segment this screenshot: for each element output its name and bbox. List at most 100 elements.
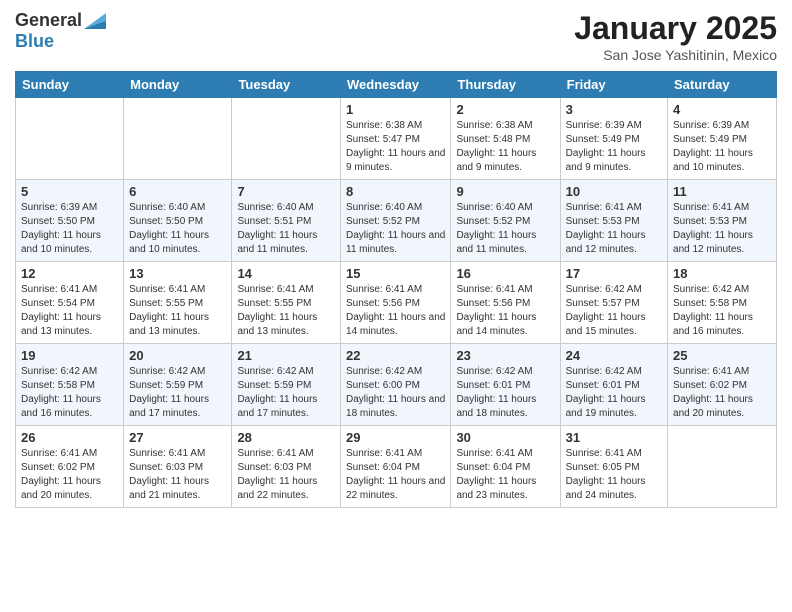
day-number: 30 xyxy=(456,430,554,445)
table-row: 20 Sunrise: 6:42 AMSunset: 5:59 PMDayligh… xyxy=(124,344,232,426)
table-row: 22 Sunrise: 6:42 AMSunset: 6:00 PMDayligh… xyxy=(341,344,451,426)
table-row: 18 Sunrise: 6:42 AMSunset: 5:58 PMDayligh… xyxy=(668,262,777,344)
day-number: 26 xyxy=(21,430,118,445)
header-monday: Monday xyxy=(124,72,232,98)
table-row: 7 Sunrise: 6:40 AMSunset: 5:51 PMDaylight… xyxy=(232,180,341,262)
day-info: Sunrise: 6:41 AMSunset: 5:56 PMDaylight:… xyxy=(346,283,445,339)
table-row: 13Sunrise: 6:41 AMSunset: 5:55 PMDayligh… xyxy=(124,262,232,344)
calendar-week-row: 5 Sunrise: 6:39 AMSunset: 5:50 PMDaylight… xyxy=(16,180,777,262)
day-info: Sunrise: 6:41 AMSunset: 6:03 PMDaylight:… xyxy=(129,447,226,503)
day-number: 5 xyxy=(21,184,118,199)
day-number: 10 xyxy=(566,184,662,199)
logo: General Blue xyxy=(15,10,106,51)
logo-blue: Blue xyxy=(15,31,54,52)
day-number: 20 xyxy=(129,348,226,363)
day-info: Sunrise: 6:42 AMSunset: 5:58 PMDaylight:… xyxy=(673,283,771,339)
day-number: 12 xyxy=(21,266,118,281)
table-row: 14Sunrise: 6:41 AMSunset: 5:55 PMDayligh… xyxy=(232,262,341,344)
table-row xyxy=(232,98,341,180)
weekday-header-row: Sunday Monday Tuesday Wednesday Thursday… xyxy=(16,72,777,98)
table-row: 4 Sunrise: 6:39 AMSunset: 5:49 PMDaylight… xyxy=(668,98,777,180)
day-number: 4 xyxy=(673,102,771,117)
day-info: Sunrise: 6:41 AMSunset: 5:53 PMDaylight:… xyxy=(566,201,662,257)
table-row: 25 Sunrise: 6:41 AMSunset: 6:02 PMDayligh… xyxy=(668,344,777,426)
calendar-week-row: 26 Sunrise: 6:41 AMSunset: 6:02 PMDayligh… xyxy=(16,426,777,508)
day-info: Sunrise: 6:41 AMSunset: 6:02 PMDaylight:… xyxy=(21,447,118,503)
day-number: 3 xyxy=(566,102,662,117)
day-info: Sunrise: 6:41 AMSunset: 6:02 PMDaylight:… xyxy=(673,365,771,421)
table-row: 19Sunrise: 6:42 AMSunset: 5:58 PMDayligh… xyxy=(16,344,124,426)
header-wednesday: Wednesday xyxy=(341,72,451,98)
table-row: 17Sunrise: 6:42 AMSunset: 5:57 PMDayligh… xyxy=(560,262,667,344)
calendar-week-row: 19Sunrise: 6:42 AMSunset: 5:58 PMDayligh… xyxy=(16,344,777,426)
day-info: Sunrise: 6:41 AMSunset: 5:54 PMDaylight:… xyxy=(21,283,118,339)
day-number: 28 xyxy=(237,430,335,445)
day-number: 1 xyxy=(346,102,445,117)
day-info: Sunrise: 6:40 AMSunset: 5:52 PMDaylight:… xyxy=(346,201,445,257)
header-tuesday: Tuesday xyxy=(232,72,341,98)
day-number: 29 xyxy=(346,430,445,445)
calendar-table: Sunday Monday Tuesday Wednesday Thursday… xyxy=(15,71,777,508)
table-row: 28Sunrise: 6:41 AMSunset: 6:03 PMDayligh… xyxy=(232,426,341,508)
day-number: 14 xyxy=(237,266,335,281)
table-row: 8 Sunrise: 6:40 AMSunset: 5:52 PMDaylight… xyxy=(341,180,451,262)
day-number: 6 xyxy=(129,184,226,199)
day-number: 18 xyxy=(673,266,771,281)
day-info: Sunrise: 6:40 AMSunset: 5:52 PMDaylight:… xyxy=(456,201,554,257)
day-number: 23 xyxy=(456,348,554,363)
day-info: Sunrise: 6:42 AMSunset: 5:59 PMDaylight:… xyxy=(237,365,335,421)
table-row xyxy=(668,426,777,508)
day-number: 21 xyxy=(237,348,335,363)
table-row: 29 Sunrise: 6:41 AMSunset: 6:04 PMDayligh… xyxy=(341,426,451,508)
day-info: Sunrise: 6:39 AMSunset: 5:50 PMDaylight:… xyxy=(21,201,118,257)
day-info: Sunrise: 6:41 AMSunset: 6:04 PMDaylight:… xyxy=(346,447,445,503)
day-number: 25 xyxy=(673,348,771,363)
day-info: Sunrise: 6:42 AMSunset: 6:01 PMDaylight:… xyxy=(456,365,554,421)
day-info: Sunrise: 6:42 AMSunset: 5:59 PMDaylight:… xyxy=(129,365,226,421)
calendar-week-row: 1 Sunrise: 6:38 AMSunset: 5:47 PMDaylight… xyxy=(16,98,777,180)
day-info: Sunrise: 6:41 AMSunset: 5:55 PMDaylight:… xyxy=(129,283,226,339)
day-info: Sunrise: 6:39 AMSunset: 5:49 PMDaylight:… xyxy=(673,119,771,175)
calendar-subtitle: San Jose Yashitinin, Mexico xyxy=(574,47,777,63)
table-row: 27 Sunrise: 6:41 AMSunset: 6:03 PMDayligh… xyxy=(124,426,232,508)
day-number: 7 xyxy=(237,184,335,199)
day-number: 11 xyxy=(673,184,771,199)
table-row: 6 Sunrise: 6:40 AMSunset: 5:50 PMDaylight… xyxy=(124,180,232,262)
header: General Blue January 2025 San Jose Yashi… xyxy=(15,10,777,63)
table-row: 10 Sunrise: 6:41 AMSunset: 5:53 PMDayligh… xyxy=(560,180,667,262)
day-number: 8 xyxy=(346,184,445,199)
table-row: 21 Sunrise: 6:42 AMSunset: 5:59 PMDayligh… xyxy=(232,344,341,426)
header-saturday: Saturday xyxy=(668,72,777,98)
day-info: Sunrise: 6:41 AMSunset: 6:05 PMDaylight:… xyxy=(566,447,662,503)
day-number: 22 xyxy=(346,348,445,363)
table-row: 9 Sunrise: 6:40 AMSunset: 5:52 PMDaylight… xyxy=(451,180,560,262)
calendar-title: January 2025 xyxy=(574,10,777,47)
table-row: 12 Sunrise: 6:41 AMSunset: 5:54 PMDayligh… xyxy=(16,262,124,344)
day-number: 9 xyxy=(456,184,554,199)
table-row xyxy=(16,98,124,180)
table-row: 2Sunrise: 6:38 AMSunset: 5:48 PMDaylight… xyxy=(451,98,560,180)
table-row xyxy=(124,98,232,180)
day-number: 2 xyxy=(456,102,554,117)
day-info: Sunrise: 6:41 AMSunset: 5:53 PMDaylight:… xyxy=(673,201,771,257)
day-info: Sunrise: 6:41 AMSunset: 5:56 PMDaylight:… xyxy=(456,283,554,339)
day-info: Sunrise: 6:40 AMSunset: 5:50 PMDaylight:… xyxy=(129,201,226,257)
table-row: 16Sunrise: 6:41 AMSunset: 5:56 PMDayligh… xyxy=(451,262,560,344)
table-row: 15Sunrise: 6:41 AMSunset: 5:56 PMDayligh… xyxy=(341,262,451,344)
day-info: Sunrise: 6:40 AMSunset: 5:51 PMDaylight:… xyxy=(237,201,335,257)
day-info: Sunrise: 6:39 AMSunset: 5:49 PMDaylight:… xyxy=(566,119,662,175)
day-info: Sunrise: 6:42 AMSunset: 6:00 PMDaylight:… xyxy=(346,365,445,421)
table-row: 23 Sunrise: 6:42 AMSunset: 6:01 PMDayligh… xyxy=(451,344,560,426)
day-info: Sunrise: 6:42 AMSunset: 5:57 PMDaylight:… xyxy=(566,283,662,339)
table-row: 1 Sunrise: 6:38 AMSunset: 5:47 PMDaylight… xyxy=(341,98,451,180)
table-row: 11 Sunrise: 6:41 AMSunset: 5:53 PMDayligh… xyxy=(668,180,777,262)
logo-bird-icon xyxy=(84,11,106,29)
table-row: 24Sunrise: 6:42 AMSunset: 6:01 PMDayligh… xyxy=(560,344,667,426)
day-info: Sunrise: 6:42 AMSunset: 6:01 PMDaylight:… xyxy=(566,365,662,421)
day-number: 19 xyxy=(21,348,118,363)
day-number: 27 xyxy=(129,430,226,445)
header-friday: Friday xyxy=(560,72,667,98)
table-row: 31Sunrise: 6:41 AMSunset: 6:05 PMDayligh… xyxy=(560,426,667,508)
day-info: Sunrise: 6:38 AMSunset: 5:47 PMDaylight:… xyxy=(346,119,445,175)
logo-general: General xyxy=(15,10,82,31)
